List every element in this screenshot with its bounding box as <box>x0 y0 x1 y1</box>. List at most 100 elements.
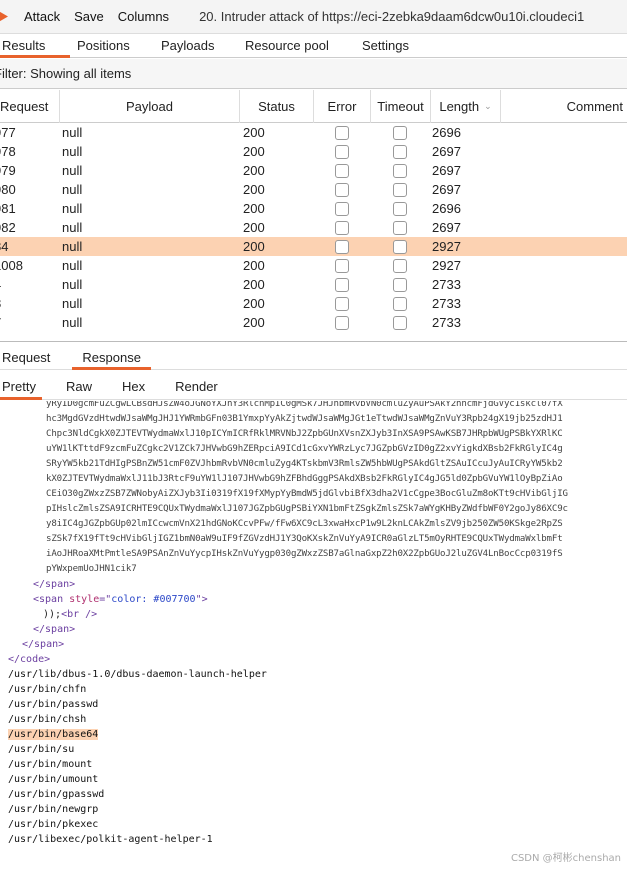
col-length[interactable]: Length ⌄ <box>431 90 501 123</box>
col-request[interactable]: Request <box>0 90 60 123</box>
code-line: /usr/bin/pkexec <box>8 819 99 830</box>
cell-payload: null <box>62 239 83 254</box>
cell-payload: null <box>62 201 83 216</box>
code-line: hc3MgdGVzdHtwdWJsaWMgJHJ1YWRmbGFn03B1Ymx… <box>46 414 563 424</box>
cell-status: 200 <box>243 315 265 330</box>
table-row[interactable]: 4 null 200 2733 <box>0 275 627 294</box>
tab-response[interactable]: Response <box>72 346 151 370</box>
error-checkbox[interactable] <box>335 164 349 178</box>
code-line: /usr/bin/su <box>8 744 75 755</box>
timeout-checkbox[interactable] <box>393 164 407 178</box>
error-checkbox[interactable] <box>335 259 349 273</box>
cell-status: 200 <box>243 144 265 159</box>
table-row[interactable]: 978 null 200 2697 <box>0 142 627 161</box>
tab-resource-pool[interactable]: Resource pool <box>245 34 362 57</box>
timeout-checkbox[interactable] <box>393 278 407 292</box>
cell-payload: null <box>62 296 83 311</box>
cell-status: 200 <box>243 277 265 292</box>
response-body[interactable]: CSDN @柯彬chenshan yRyID0gcmFuZCgwLCBsdHJs… <box>0 401 627 870</box>
cell-status: 200 <box>243 201 265 216</box>
cell-length: 2697 <box>432 182 461 197</box>
col-payload[interactable]: Payload <box>60 90 240 123</box>
tab-positions[interactable]: Positions <box>77 34 161 57</box>
timeout-checkbox[interactable] <box>393 202 407 216</box>
table-row[interactable]: 8 null 200 2733 <box>0 294 627 313</box>
timeout-checkbox[interactable] <box>393 145 407 159</box>
view-tabs: Pretty Raw Hex Render <box>0 374 627 400</box>
code-line: pIHslcZmlsZSA9ICRHTE9CQUxTWydmaWxlJ107JG… <box>46 504 568 514</box>
code-line: /usr/bin/gpasswd <box>8 789 105 800</box>
error-checkbox[interactable] <box>335 278 349 292</box>
tab-pretty[interactable]: Pretty <box>0 374 42 400</box>
col-status[interactable]: Status <box>240 90 314 123</box>
menu-save[interactable]: Save <box>74 9 104 24</box>
error-checkbox[interactable] <box>335 240 349 254</box>
error-checkbox[interactable] <box>335 316 349 330</box>
filter-text: Filter: Showing all items <box>0 66 132 81</box>
code-line: <span style="color: #007700"> <box>33 594 208 605</box>
cell-length: 2697 <box>432 144 461 159</box>
watermark: CSDN @柯彬chenshan <box>510 853 621 864</box>
code-line: </span> <box>33 624 76 635</box>
cell-status: 200 <box>243 220 265 235</box>
error-checkbox[interactable] <box>335 183 349 197</box>
timeout-checkbox[interactable] <box>393 297 407 311</box>
cell-request: 978 <box>0 144 16 159</box>
cell-status: 200 <box>243 258 265 273</box>
timeout-checkbox[interactable] <box>393 183 407 197</box>
cell-length: 2696 <box>432 125 461 140</box>
filter-bar[interactable]: Filter: Showing all items <box>0 59 627 89</box>
timeout-checkbox[interactable] <box>393 240 407 254</box>
col-comment[interactable]: Comment <box>501 90 627 123</box>
cell-length: 2697 <box>432 163 461 178</box>
code-line: </span> <box>33 579 76 590</box>
error-checkbox[interactable] <box>335 221 349 235</box>
code-line: yRyID0gcmFuZCgwLCBsdHJsZW4oJGNoYXJhY3Rlc… <box>46 401 563 409</box>
timeout-checkbox[interactable] <box>393 126 407 140</box>
timeout-checkbox[interactable] <box>393 221 407 235</box>
table-row[interactable]: 7 null 200 2733 <box>0 313 627 332</box>
error-checkbox[interactable] <box>335 126 349 140</box>
code-line: /usr/bin/umount <box>8 774 99 785</box>
tab-settings[interactable]: Settings <box>362 34 442 57</box>
cell-request: 4 <box>0 275 1 294</box>
tab-request[interactable]: Request <box>2 346 50 369</box>
timeout-checkbox[interactable] <box>393 259 407 273</box>
tab-results[interactable]: Results <box>0 34 70 58</box>
table-row[interactable]: 980 null 200 2697 <box>0 180 627 199</box>
code-line: ));<br /> <box>43 609 98 620</box>
cell-status: 200 <box>243 296 265 311</box>
code-line: /usr/bin/base64 <box>8 729 99 740</box>
tab-raw[interactable]: Raw <box>66 374 92 399</box>
table-row[interactable]: 977 null 200 2696 <box>0 123 627 142</box>
burp-logo-icon <box>0 5 16 29</box>
cell-status: 200 <box>243 163 265 178</box>
menu-columns[interactable]: Columns <box>118 9 169 24</box>
error-checkbox[interactable] <box>335 202 349 216</box>
error-checkbox[interactable] <box>335 145 349 159</box>
error-checkbox[interactable] <box>335 297 349 311</box>
cell-status: 200 <box>243 239 265 254</box>
table-header: Request Payload Status Error Timeout Len… <box>0 90 627 123</box>
code-line: iAoJHRoaXMtPmtleSA9PSAnZnVuYycpIHskZnVuY… <box>46 549 563 559</box>
tab-payloads[interactable]: Payloads <box>161 34 245 57</box>
cell-length: 2733 <box>432 315 461 330</box>
cell-payload: null <box>62 315 83 330</box>
table-row[interactable]: 1008 null 200 2927 <box>0 256 627 275</box>
col-error[interactable]: Error <box>314 90 371 123</box>
code-line: /usr/bin/chsh <box>8 714 87 725</box>
cell-request: 84 <box>0 239 9 254</box>
tab-render[interactable]: Render <box>175 374 218 399</box>
table-row[interactable]: 981 null 200 2696 <box>0 199 627 218</box>
cell-request: 979 <box>0 163 16 178</box>
tab-hex[interactable]: Hex <box>122 374 145 399</box>
col-timeout[interactable]: Timeout <box>371 90 431 123</box>
window-title: 20. Intruder attack of https://eci-2zebk… <box>199 9 585 24</box>
table-row[interactable]: 979 null 200 2697 <box>0 161 627 180</box>
cell-status: 200 <box>243 182 265 197</box>
table-row[interactable]: 84 null 200 2927 <box>0 237 627 256</box>
timeout-checkbox[interactable] <box>393 316 407 330</box>
cell-payload: null <box>62 220 83 235</box>
menu-attack[interactable]: Attack <box>24 9 60 24</box>
table-row[interactable]: 982 null 200 2697 <box>0 218 627 237</box>
